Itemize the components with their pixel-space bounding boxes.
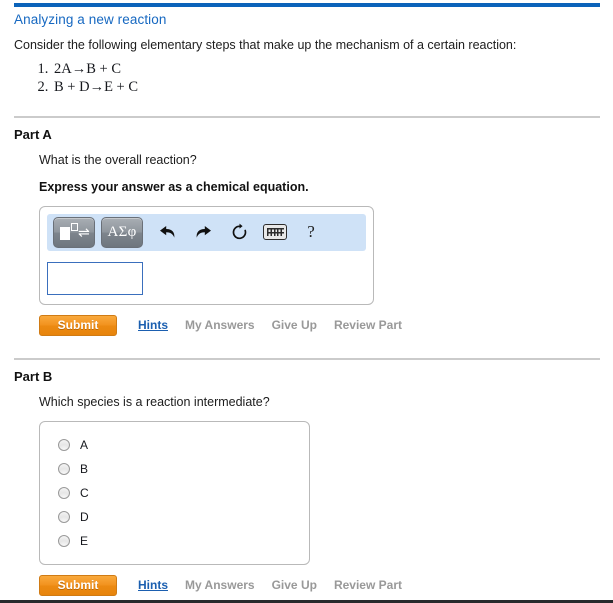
part-a-review-part-link[interactable]: Review Part	[334, 318, 402, 332]
part-a-my-answers-link[interactable]: My Answers	[185, 318, 255, 332]
intro-text: Consider the following elementary steps …	[14, 38, 517, 52]
mechanism-steps-list: 2A→B + C B + D→E + C	[0, 60, 613, 97]
page-content: Analyzing a new reaction Consider the fo…	[0, 7, 613, 596]
greek-symbols-button[interactable]: ΑΣφ	[101, 216, 143, 248]
math-toolbar: ⇌ ΑΣφ ?	[47, 213, 366, 251]
part-a-instruction: Express your answer as a chemical equati…	[39, 179, 309, 194]
part-b-my-answers-link[interactable]: My Answers	[185, 578, 255, 592]
choice-label: E	[80, 533, 89, 548]
radio-button[interactable]	[58, 438, 70, 451]
part-a-heading: Part A	[14, 126, 52, 142]
part-b-heading: Part B	[14, 368, 53, 384]
choice-option[interactable]: D	[40, 505, 309, 529]
part-b-body: Which species is a reaction intermediate…	[0, 384, 613, 596]
radio-button[interactable]	[58, 462, 70, 475]
part-a-body: What is the overall reaction? Express yo…	[0, 142, 613, 336]
keyboard-icon[interactable]	[257, 218, 293, 246]
part-b-choice-list: A B C D E	[39, 420, 310, 565]
part-b-question: Which species is a reaction intermediate…	[39, 394, 270, 409]
part-b-submit-button[interactable]: Submit	[39, 574, 117, 596]
part-a-answer-input[interactable]	[47, 261, 143, 295]
reset-icon[interactable]	[221, 218, 257, 246]
radio-button[interactable]	[58, 486, 70, 499]
part-a-answer-box: ⇌ ΑΣφ ?	[39, 205, 374, 305]
choice-label: B	[80, 461, 89, 476]
help-icon[interactable]: ?	[293, 218, 329, 246]
page-title: Analyzing a new reaction	[14, 12, 167, 27]
template-equilibrium-icon: ⇌	[59, 223, 90, 241]
template-equilibrium-button[interactable]: ⇌	[53, 216, 95, 248]
mechanism-step-equation: B + D→E + C	[54, 79, 139, 96]
radio-button[interactable]	[58, 510, 70, 523]
greek-symbols-label: ΑΣφ	[107, 223, 137, 240]
choice-option[interactable]: C	[40, 481, 309, 505]
radio-button[interactable]	[58, 534, 70, 547]
exercise-page: Analyzing a new reaction Consider the fo…	[0, 0, 613, 603]
mechanism-step-equation: 2A→B + C	[54, 61, 121, 77]
choice-label: D	[80, 509, 89, 524]
choice-option[interactable]: E	[40, 529, 309, 553]
part-a-give-up-link[interactable]: Give Up	[272, 318, 317, 332]
part-b-hints-link[interactable]: Hints	[138, 578, 168, 592]
part-a-hints-link[interactable]: Hints	[138, 318, 168, 332]
choice-label: A	[80, 437, 89, 452]
part-a-actions: Submit Hints My Answers Give Up Review P…	[39, 305, 613, 336]
part-a-question: What is the overall reaction?	[39, 152, 197, 167]
choice-option[interactable]: B	[40, 457, 309, 481]
redo-icon[interactable]	[185, 218, 221, 246]
choice-option[interactable]: A	[40, 433, 309, 457]
mechanism-step: 2A→B + C	[52, 60, 613, 78]
part-b-review-part-link[interactable]: Review Part	[334, 578, 402, 592]
part-a-submit-button[interactable]: Submit	[39, 314, 117, 336]
part-b-give-up-link[interactable]: Give Up	[272, 578, 317, 592]
undo-icon[interactable]	[149, 218, 185, 246]
choice-label: C	[80, 485, 89, 500]
part-b-actions: Submit Hints My Answers Give Up Review P…	[39, 565, 613, 596]
mechanism-step: B + D→E + C	[52, 78, 613, 96]
